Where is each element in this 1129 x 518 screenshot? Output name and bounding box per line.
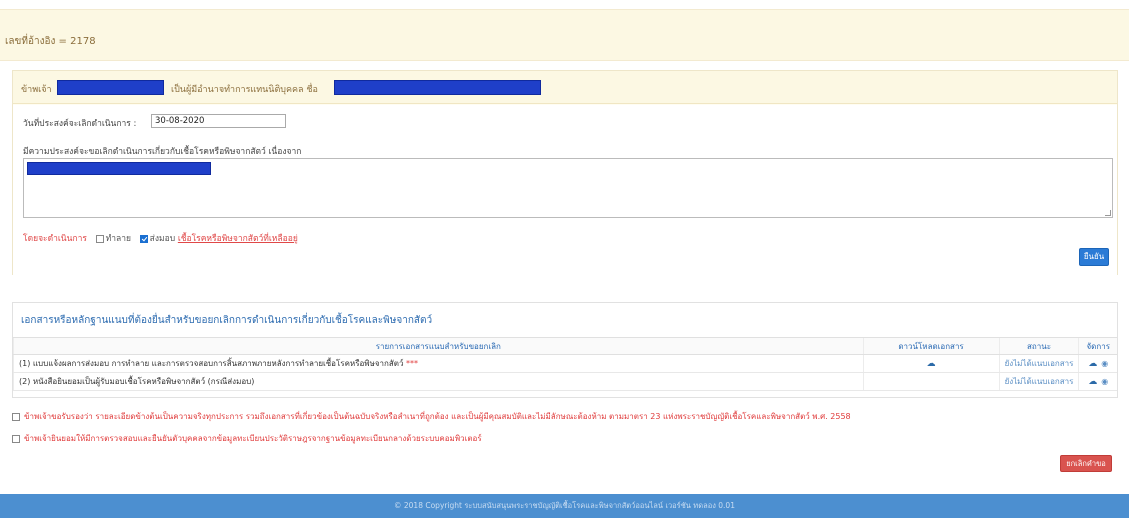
resize-handle[interactable] bbox=[1105, 210, 1111, 216]
cancel-request-button[interactable]: ยกเลิกคำขอ bbox=[1060, 455, 1112, 472]
header-download: ดาวน์โหลดเอกสาร bbox=[862, 337, 1000, 355]
action-cell: ☁ ◉ bbox=[1078, 372, 1117, 391]
redacted-applicant-name bbox=[57, 80, 164, 95]
certify-declaration: ข้าพเจ้าขอรับรองว่า รายละเอียดข้างต้นเป็… bbox=[12, 410, 851, 423]
document-name-cell: (2) หนังสือยินยอมเป็นผู้รับมอบเชื้อโรคหร… bbox=[13, 372, 864, 391]
document-name: (1) แบบแจ้งผลการส่งมอบ การทำลาย และการตร… bbox=[19, 359, 404, 368]
method-options: โดยจะดำเนินการ ทำลาย ส่งมอบ เชื้อโรคหรือ… bbox=[23, 231, 298, 245]
redacted-company-name bbox=[334, 80, 541, 95]
documents-panel: เอกสารหรือหลักฐานแนบที่ต้องยื่นสำหรับขอย… bbox=[12, 302, 1118, 398]
method-label: โดยจะดำเนินการ bbox=[23, 234, 87, 244]
reason-label: มีความประสงค์จะขอเลิกดำเนินการเกี่ยวกับเ… bbox=[23, 147, 302, 157]
table-header-row: รายการเอกสารแนบสำหรับขอยกเลิก ดาวน์โหลดเ… bbox=[13, 337, 1117, 355]
eye-icon[interactable]: ◉ bbox=[1101, 359, 1108, 368]
certify-checkbox[interactable] bbox=[12, 412, 20, 421]
document-status: ยังไม่ได้แนบเอกสาร bbox=[998, 354, 1079, 373]
reason-textarea[interactable] bbox=[23, 158, 1113, 218]
table-row: (1) แบบแจ้งผลการส่งมอบ การทำลาย และการตร… bbox=[13, 354, 1117, 373]
footer: © 2018 Copyright ระบบสนับสนุนพระราชบัญญั… bbox=[0, 494, 1129, 518]
upload-cloud-icon[interactable]: ☁ bbox=[1088, 359, 1097, 369]
form-body: วันที่ประสงค์จะเลิกดำเนินการ : มีความประ… bbox=[13, 105, 1117, 275]
deliver-label: ส่งมอบ bbox=[149, 234, 176, 244]
cancel-request-form: ข้าพเจ้า เป็นผู้มีอำนาจทำการแทนนิติบุคคล… bbox=[12, 70, 1118, 275]
action-cell: ☁ ◉ bbox=[1078, 354, 1117, 373]
documents-table: รายการเอกสารแนบสำหรับขอยกเลิก ดาวน์โหลดเ… bbox=[13, 337, 1117, 391]
date-label: วันที่ประสงค์จะเลิกดำเนินการ : bbox=[23, 119, 137, 129]
required-marker: *** bbox=[406, 359, 418, 368]
table-row: (2) หนังสือยินยอมเป็นผู้รับมอบเชื้อโรคหร… bbox=[13, 372, 1117, 391]
download-cell bbox=[862, 372, 1000, 391]
form-header: ข้าพเจ้า เป็นผู้มีอำนาจทำการแทนนิติบุคคล… bbox=[13, 71, 1117, 104]
header-action: จัดการ bbox=[1078, 337, 1117, 355]
documents-title: เอกสารหรือหลักฐานแนบที่ต้องยื่นสำหรับขอย… bbox=[21, 315, 433, 326]
consent-text: ข้าพเจ้ายินยอมให้มีการตรวจสอบและยืนยันตั… bbox=[24, 434, 482, 443]
header-status: สถานะ bbox=[998, 337, 1079, 355]
certify-text: ข้าพเจ้าขอรับรองว่า รายละเอียดข้างต้นเป็… bbox=[24, 412, 851, 421]
document-name-cell: (1) แบบแจ้งผลการส่งมอบ การทำลาย และการตร… bbox=[13, 354, 864, 373]
confirm-button[interactable]: ยืนยัน bbox=[1079, 248, 1109, 266]
consent-checkbox[interactable] bbox=[12, 434, 20, 443]
applicant-prefix: ข้าพเจ้า bbox=[21, 85, 52, 95]
reference-number: เลขที่อ้างอิง = 2178 bbox=[5, 36, 96, 47]
deliver-checkbox[interactable] bbox=[139, 234, 148, 243]
authority-text: เป็นผู้มีอำนาจทำการแทนนิติบุคคล ชื่อ bbox=[171, 85, 318, 95]
document-name: (2) หนังสือยินยอมเป็นผู้รับมอบเชื้อโรคหร… bbox=[19, 377, 255, 386]
cloud-download-icon[interactable]: ☁ bbox=[927, 359, 936, 369]
cancel-date-input[interactable] bbox=[151, 114, 286, 128]
destroy-label: ทำลาย bbox=[105, 234, 131, 244]
redacted-reason-text bbox=[27, 162, 211, 175]
upload-cloud-icon[interactable]: ☁ bbox=[1088, 377, 1097, 387]
consent-declaration: ข้าพเจ้ายินยอมให้มีการตรวจสอบและยืนยันตั… bbox=[12, 432, 482, 445]
remaining-link[interactable]: เชื้อโรคหรือพิษจากสัตว์ที่เหลืออยู่ bbox=[178, 234, 298, 244]
reference-banner: เลขที่อ้างอิง = 2178 bbox=[0, 9, 1129, 61]
destroy-checkbox[interactable] bbox=[95, 234, 104, 243]
header-document-name: รายการเอกสารแนบสำหรับขอยกเลิก bbox=[13, 337, 864, 355]
document-status: ยังไม่ได้แนบเอกสาร bbox=[998, 372, 1079, 391]
eye-icon[interactable]: ◉ bbox=[1101, 377, 1108, 386]
download-cell: ☁ bbox=[862, 354, 1000, 373]
copyright-text: © 2018 Copyright ระบบสนับสนุนพระราชบัญญั… bbox=[394, 501, 735, 510]
